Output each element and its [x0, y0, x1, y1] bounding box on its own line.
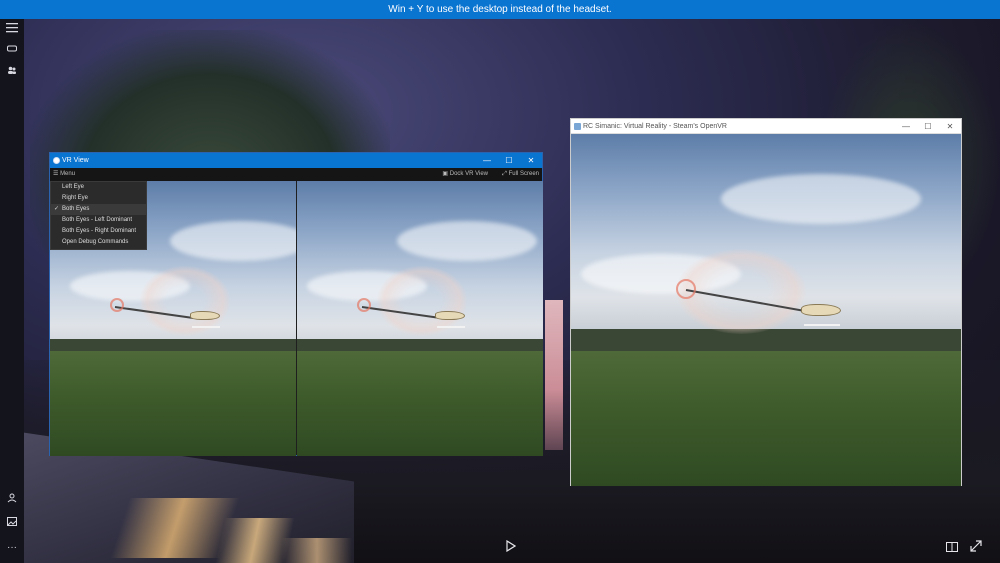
vr-view-toolbar: ☰ Menu ▣ Dock VR View ⤢ Full Screen [50, 168, 542, 181]
vr-view-titlebar[interactable]: VR View — ☐ ✕ [50, 153, 542, 168]
skid [437, 326, 465, 328]
menu-item-right-eye[interactable]: Right Eye [51, 193, 146, 204]
vr-view-title: VR View [62, 157, 89, 164]
fuselage [435, 311, 465, 320]
game-window-titlebar[interactable]: RC Simanic: Virtual Reality - Steam's Op… [571, 119, 961, 134]
menu-icon: ☰ [53, 171, 59, 177]
dock-icon: ▣ [442, 171, 449, 177]
full-screen-button[interactable]: ⤢ Full Screen [502, 168, 539, 181]
menu-item-open-debug-commands[interactable]: Open Debug Commands [51, 237, 146, 248]
game-window-title: RC Simanic: Virtual Reality - Steam's Op… [583, 123, 727, 130]
expand-icon[interactable] [970, 540, 982, 555]
vr-view-menu: Left Eye Right Eye ✓ Both Eyes Both Eyes… [50, 181, 147, 250]
app-icon [574, 123, 581, 130]
tail-rotor [110, 298, 124, 312]
headset-icon[interactable] [4, 44, 20, 58]
right-eye-view [297, 181, 543, 456]
checkmark-icon: ✓ [54, 206, 60, 212]
game-view [571, 134, 961, 486]
minimize-button[interactable]: — [476, 153, 498, 168]
full-screen-label: Full Screen [508, 171, 539, 177]
tail-rotor [676, 279, 696, 299]
skid [804, 324, 840, 326]
more-icon[interactable]: ··· [4, 541, 20, 555]
play-icon[interactable] [506, 539, 517, 555]
person-add-icon[interactable] [4, 493, 20, 507]
close-button[interactable]: ✕ [939, 119, 961, 134]
people-icon[interactable] [4, 66, 20, 80]
menu-item-label: Both Eyes - Right Dominant [62, 228, 137, 234]
dock-vr-view-button[interactable]: ▣ Dock VR View [442, 168, 488, 181]
close-button[interactable]: ✕ [520, 153, 542, 168]
menu-item-both-eyes[interactable]: ✓ Both Eyes [51, 204, 146, 215]
menu-item-label: Both Eyes [62, 206, 90, 212]
tail-rotor [357, 298, 371, 312]
menu-item-label: Right Eye [62, 195, 89, 201]
fuselage [801, 304, 841, 316]
menu-item-label: Open Debug Commands [62, 239, 129, 245]
background-step-light [282, 538, 352, 563]
maximize-button[interactable]: ☐ [498, 153, 520, 168]
menu-icon[interactable] [4, 23, 20, 37]
menu-item-both-eyes-left-dominant[interactable]: Both Eyes - Left Dominant [51, 215, 146, 226]
menu-button[interactable]: ☰ Menu [53, 168, 75, 181]
game-window: RC Simanic: Virtual Reality - Steam's Op… [570, 118, 962, 486]
menu-label: Menu [60, 171, 76, 177]
expand-icon: ⤢ [502, 171, 507, 177]
menu-item-left-eye[interactable]: Left Eye [51, 182, 146, 193]
menu-item-both-eyes-right-dominant[interactable]: Both Eyes - Right Dominant [51, 226, 146, 237]
maximize-button[interactable]: ☐ [917, 119, 939, 134]
minimize-button[interactable]: — [895, 119, 917, 134]
cloud [721, 174, 921, 224]
dock-label: Dock VR View [449, 171, 488, 177]
sidebar: ··· [0, 19, 24, 563]
grass-field [50, 351, 296, 456]
cloud [397, 221, 537, 261]
grass-field [297, 351, 543, 456]
grass-field [571, 351, 961, 486]
skid [192, 326, 220, 328]
fuselage [190, 311, 220, 320]
photo-icon[interactable] [4, 517, 20, 531]
panel-icon[interactable] [946, 541, 958, 555]
menu-item-label: Both Eyes - Left Dominant [62, 217, 133, 223]
menu-item-label: Left Eye [62, 184, 85, 190]
steamvr-icon [53, 157, 60, 164]
background-light-pillar [545, 300, 563, 450]
desktop-hint-banner: Win + Y to use the desktop instead of th… [0, 0, 1000, 19]
